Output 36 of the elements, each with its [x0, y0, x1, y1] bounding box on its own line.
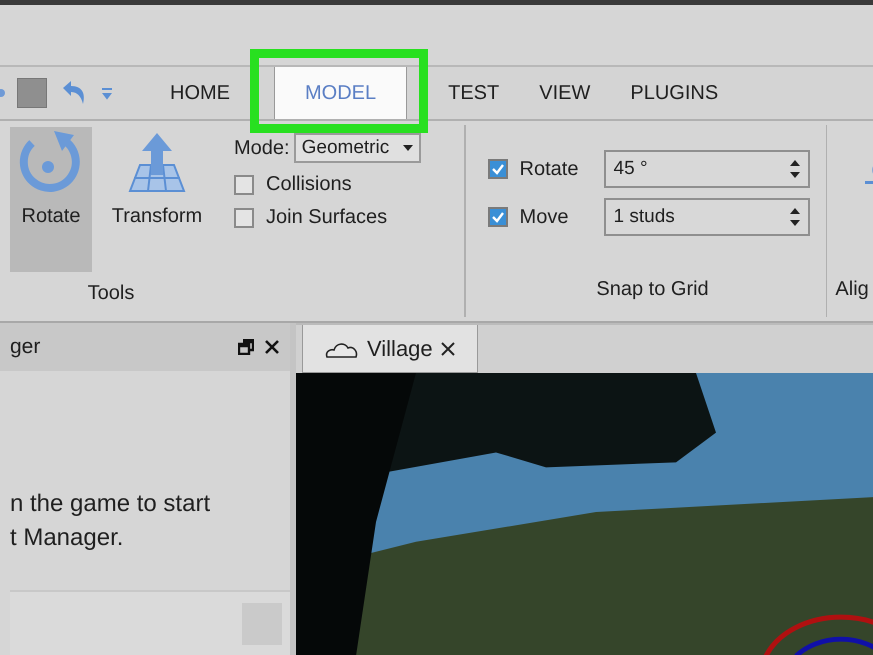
checkbox[interactable] — [234, 208, 254, 228]
stop-icon[interactable] — [17, 78, 47, 108]
checkmark-icon — [490, 211, 505, 223]
spinner-arrows-icon[interactable] — [790, 158, 800, 180]
group-label: Alig — [835, 278, 870, 301]
panel-message: n the game to start — [10, 489, 212, 519]
group-label: Snap to Grid — [595, 278, 710, 301]
dropdown-icon[interactable] — [101, 86, 113, 100]
mode-label: Mode: — [234, 136, 290, 160]
group-label: Tools — [86, 282, 136, 305]
rotate-tool-button[interactable]: Rotate — [10, 127, 92, 272]
ribbon-tab[interactable]: MODEL — [274, 67, 408, 119]
checkbox-option[interactable]: Collisions — [234, 173, 456, 196]
checkbox[interactable] — [488, 207, 508, 227]
document-tab[interactable]: Village — [302, 325, 478, 373]
panel-message: t Manager. — [10, 523, 124, 553]
checkmark-icon — [490, 163, 505, 175]
panel-title: ger — [10, 335, 42, 359]
spin-field[interactable]: 45 ° — [604, 150, 810, 188]
checkbox-option[interactable]: Move — [488, 206, 604, 228]
checkbox[interactable] — [234, 174, 254, 194]
caret-icon — [403, 145, 414, 151]
ribbon-tab[interactable]: PLUGINS — [610, 67, 738, 119]
checkbox-option[interactable]: Rotate — [488, 158, 604, 180]
close-icon[interactable] — [264, 339, 280, 355]
checkbox-option[interactable]: Join Surfaces — [234, 206, 456, 229]
ribbon-tab[interactable]: TEST — [428, 67, 520, 119]
ribbon-tab[interactable]: VIEW — [519, 67, 610, 119]
close-icon[interactable] — [440, 342, 455, 356]
ribbon-tab[interactable]: HOME — [150, 67, 250, 119]
checkbox[interactable] — [488, 159, 508, 179]
mode-dropdown[interactable]: Geometric — [294, 133, 422, 163]
spinner-arrows-icon[interactable] — [790, 206, 800, 228]
transform-tool-button[interactable]: Transform — [102, 127, 212, 272]
restore-icon[interactable] — [238, 339, 254, 355]
spin-field[interactable]: 1 studs — [604, 198, 810, 236]
